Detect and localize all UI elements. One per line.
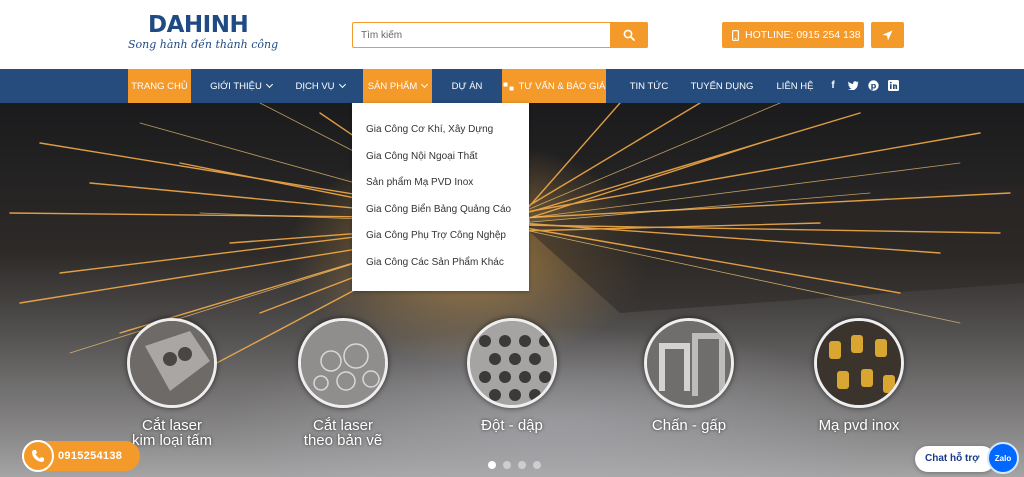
chevron-down-icon — [265, 80, 273, 89]
facebook-icon[interactable]: f — [826, 78, 840, 92]
service-item[interactable]: Mạ pvd inox — [774, 318, 944, 448]
svg-text:p: p — [870, 81, 876, 90]
service-label: Mạ pvd inox — [818, 417, 900, 434]
logo-wordmark: DAHINH — [148, 12, 249, 38]
laser-sheet-image — [127, 318, 217, 408]
bending-image — [644, 318, 734, 408]
nav-label: TRANG CHỦ — [131, 80, 188, 92]
slider-dot[interactable] — [533, 461, 541, 469]
search-icon — [623, 29, 635, 41]
twitter-icon[interactable] — [846, 78, 860, 92]
zalo-label: Zalo — [994, 453, 1012, 463]
chat-support-button[interactable]: Chat hỗ trợ — [915, 446, 995, 472]
service-item[interactable]: Cắt laser kim loại tấm — [87, 318, 257, 448]
phone-number: 0915254138 — [58, 450, 123, 462]
pinterest-icon[interactable]: p — [866, 78, 880, 92]
slider-dots — [488, 461, 541, 469]
slider-dot[interactable] — [518, 461, 526, 469]
products-dropdown: Gia Công Cơ Khí, Xây Dựng Gia Công Nội N… — [352, 103, 529, 291]
punching-image — [467, 318, 557, 408]
nav-about[interactable]: GIỚI THIỆU — [203, 69, 279, 103]
service-label: Đột - dập — [481, 417, 543, 434]
dropdown-item[interactable]: Gia Công Nội Ngoại Thất — [352, 144, 529, 171]
nav-label: DỊCH VỤ — [295, 80, 335, 92]
chevron-down-icon — [421, 80, 429, 89]
hotline-label: HOTLINE: 0915 254 138 — [745, 29, 861, 41]
hotline-button[interactable]: HOTLINE: 0915 254 138 — [722, 22, 864, 48]
nav-careers[interactable]: TUYỂN DỤNG — [686, 69, 758, 103]
service-label: Chấn - gấp — [651, 417, 727, 434]
handshake-icon — [503, 82, 514, 90]
pvd-plating-image — [814, 318, 904, 408]
site-logo[interactable]: DAHINH Song hành đến thành công — [128, 12, 278, 56]
nav-services[interactable]: DỊCH VỤ — [287, 69, 353, 103]
main-nav: TRANG CHỦ GIỚI THIỆU DỊCH VỤ SẢN PHẨM DỰ… — [0, 69, 1024, 103]
call-now-widget[interactable]: 0915254138 — [22, 440, 140, 472]
dropdown-item[interactable]: Gia Công Các Sản Phẩm Khác — [352, 250, 529, 277]
location-button[interactable] — [871, 22, 904, 48]
dropdown-item[interactable]: Gia Công Biển Bảng Quảng Cáo — [352, 197, 529, 224]
dropdown-item[interactable]: Gia Công Phụ Trợ Công Nghệp — [352, 223, 529, 250]
dropdown-item[interactable]: Gia Công Cơ Khí, Xây Dựng — [352, 117, 529, 144]
dropdown-item[interactable]: Sản phẩm Mạ PVD Inox — [352, 170, 529, 197]
search-box — [352, 22, 648, 48]
nav-news[interactable]: TIN TỨC — [622, 69, 676, 103]
nav-consulting[interactable]: TƯ VẤN & BÁO GIÁ — [502, 69, 606, 103]
search-input[interactable] — [353, 23, 611, 47]
service-item[interactable]: Đột - dập — [427, 318, 597, 448]
nav-label: TUYỂN DỤNG — [690, 80, 754, 92]
slider-dot[interactable] — [488, 461, 496, 469]
service-item[interactable]: Chấn - gấp — [604, 318, 774, 448]
nav-label: DỰ ÁN — [451, 80, 483, 92]
service-item[interactable]: Cắt laser theo bản vẽ — [258, 318, 428, 448]
site-header: DAHINH Song hành đến thành công HOTLINE:… — [0, 0, 1024, 69]
location-arrow-icon — [882, 30, 893, 40]
logo-tagline: Song hành đến thành công — [128, 38, 279, 51]
nav-label: LIÊN HỆ — [776, 80, 814, 92]
nav-label: SẢN PHẨM — [367, 80, 418, 92]
slider-dot[interactable] — [503, 461, 511, 469]
laser-drawing-image — [298, 318, 388, 408]
search-button[interactable] — [610, 22, 648, 48]
nav-label: TƯ VẤN & BÁO GIÁ — [518, 80, 606, 92]
nav-label: GIỚI THIỆU — [210, 80, 262, 92]
service-label: Cắt laser theo bản vẽ — [303, 417, 383, 449]
phone-icon — [22, 440, 54, 472]
mobile-icon — [732, 29, 739, 41]
linkedin-icon[interactable] — [886, 78, 900, 92]
nav-label: TIN TỨC — [629, 80, 669, 92]
chat-label: Chat hỗ trợ — [925, 453, 980, 464]
zalo-icon[interactable]: Zalo — [987, 442, 1019, 474]
nav-products[interactable]: SẢN PHẨM — [363, 69, 432, 103]
nav-home[interactable]: TRANG CHỦ — [128, 69, 191, 103]
nav-projects[interactable]: DỰ ÁN — [443, 69, 491, 103]
chevron-down-icon — [338, 80, 346, 89]
nav-contact[interactable]: LIÊN HỆ — [770, 69, 820, 103]
